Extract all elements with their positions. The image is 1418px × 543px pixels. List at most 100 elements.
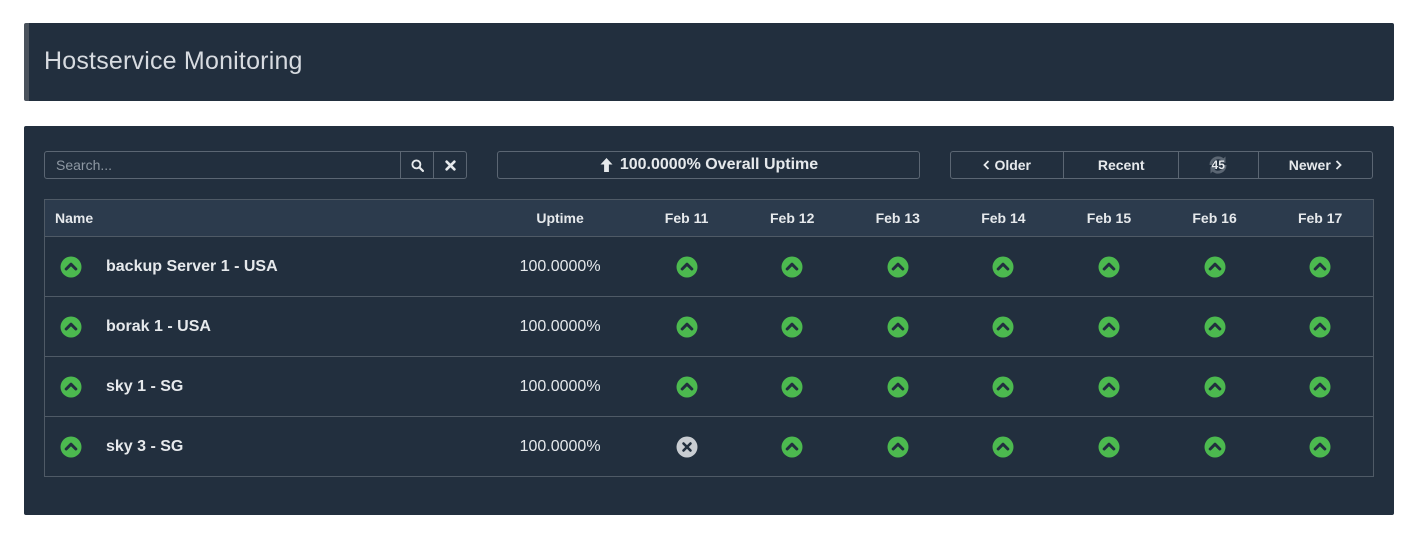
uptime-value: 100.0000% [519,438,601,455]
chevron-up-circle-icon[interactable] [1204,316,1226,338]
day-status-cell [634,376,740,398]
day-status-cell [1267,376,1373,398]
chevron-up-circle-icon[interactable] [781,376,803,398]
chevron-up-circle-icon[interactable] [887,256,909,278]
table-row[interactable]: borak 1 - USA 100.0000% [45,297,1373,357]
older-button[interactable]: Older [951,152,1065,178]
monitoring-panel: 100.0000% Overall Uptime Older Recent 45 [24,126,1394,515]
column-header-name: Name [55,210,94,226]
chevron-up-circle-icon[interactable] [1309,316,1331,338]
day-status-cell [1267,316,1373,338]
column-header-uptime: Uptime [536,210,584,226]
day-status-cell [1267,436,1373,458]
day-status-cell [634,436,740,458]
day-status-cell [845,316,951,338]
chevron-up-circle-icon[interactable] [992,256,1014,278]
table-body: backup Server 1 - USA 100.0000% borak 1 - … [45,237,1373,477]
column-header-day: Feb 13 [875,210,920,226]
newer-label: Newer [1288,157,1331,173]
day-status-cell [739,256,845,278]
column-header-day: Feb 16 [1192,210,1237,226]
chevron-up-circle-icon[interactable] [1098,316,1120,338]
search-button[interactable] [400,152,433,178]
day-status-cell [951,316,1057,338]
chevron-up-circle-icon[interactable] [781,316,803,338]
chevron-up-circle-icon[interactable] [1204,256,1226,278]
chevron-up-circle-icon[interactable] [1098,376,1120,398]
day-status-cell [1162,316,1268,338]
chevron-up-circle-icon[interactable] [1098,256,1120,278]
day-status-cell [1056,376,1162,398]
day-status-cell [1056,436,1162,458]
day-status-cell [1267,256,1373,278]
server-name: sky 3 - SG [106,438,184,455]
chevron-up-circle-icon[interactable] [992,436,1014,458]
search-group [44,151,467,179]
server-name-cell: sky 3 - SG [45,436,486,458]
day-status-cell [951,376,1057,398]
table-row[interactable]: sky 3 - SG 100.0000% [45,417,1373,477]
refresh-button[interactable]: 45 [1179,152,1259,178]
server-name: borak 1 - USA [106,317,211,335]
chevron-up-circle-icon[interactable] [992,316,1014,338]
column-header-day: Feb 15 [1086,210,1132,226]
older-label: Older [994,157,1032,173]
recent-button[interactable]: Recent [1064,152,1179,178]
chevron-up-circle-icon[interactable] [1204,376,1226,398]
chevron-up-circle-icon[interactable] [1309,376,1331,398]
page-title: Hostservice Monitoring [44,47,303,75]
chevron-up-circle-icon[interactable] [1309,436,1331,458]
column-header-day: Feb 12 [770,210,815,226]
day-status-cell [634,256,740,278]
server-status-up-icon [60,376,82,398]
server-status-up-icon [60,256,82,278]
chevron-up-circle-icon[interactable] [1309,256,1331,278]
recent-label: Recent [1097,157,1145,173]
chevron-up-circle-icon[interactable] [676,376,698,398]
chevron-right-icon [1335,160,1342,170]
search-input[interactable] [45,152,400,178]
chevron-up-circle-icon[interactable] [887,436,909,458]
table-row[interactable]: backup Server 1 - USA 100.0000% [45,237,1373,297]
column-header-day: Feb 17 [1297,210,1343,226]
chevron-up-circle-icon[interactable] [887,316,909,338]
page-header: Hostservice Monitoring [24,23,1394,101]
overall-uptime-label: 100.0000% Overall Uptime [619,156,819,173]
day-status-cell [634,316,740,338]
chevron-up-circle-icon[interactable] [1204,436,1226,458]
uptime-table: Name Uptime Feb 11 Feb 12 Feb 13 Feb 14 … [44,199,1374,477]
overall-uptime: 100.0000% Overall Uptime [497,151,920,179]
chevron-up-circle-icon[interactable] [992,376,1014,398]
arrow-up-icon [599,157,614,173]
uptime-value: 100.0000% [519,317,601,335]
server-name-cell: borak 1 - USA [45,316,486,338]
server-status-up-icon [60,436,82,458]
day-status-cell [1162,436,1268,458]
refresh-countdown: 45 [1211,158,1225,172]
day-status-cell [1056,316,1162,338]
column-header-day: Feb 11 [664,210,709,226]
server-name: sky 1 - SG [106,377,184,395]
day-status-cell [1056,256,1162,278]
chevron-up-circle-icon[interactable] [887,376,909,398]
chevron-up-circle-icon[interactable] [781,436,803,458]
day-status-cell [1162,256,1268,278]
server-status-up-icon [60,316,82,338]
uptime-value: 100.0000% [519,257,601,275]
server-name-cell: sky 1 - SG [45,376,486,398]
newer-button[interactable]: Newer [1259,152,1372,178]
table-row[interactable]: sky 1 - SG 100.0000% [45,357,1373,417]
chevron-up-circle-icon[interactable] [676,316,698,338]
day-status-cell [845,436,951,458]
chevron-left-icon [983,160,990,170]
day-status-cell [1162,376,1268,398]
chevron-up-circle-icon[interactable] [676,256,698,278]
day-status-cell [951,436,1057,458]
day-status-cell [739,316,845,338]
chevron-up-circle-icon[interactable] [1098,436,1120,458]
clear-search-button[interactable] [433,152,466,178]
chevron-up-circle-icon[interactable] [781,256,803,278]
day-status-cell [739,376,845,398]
x-circle-icon[interactable] [676,436,698,458]
uptime-value: 100.0000% [519,377,601,395]
